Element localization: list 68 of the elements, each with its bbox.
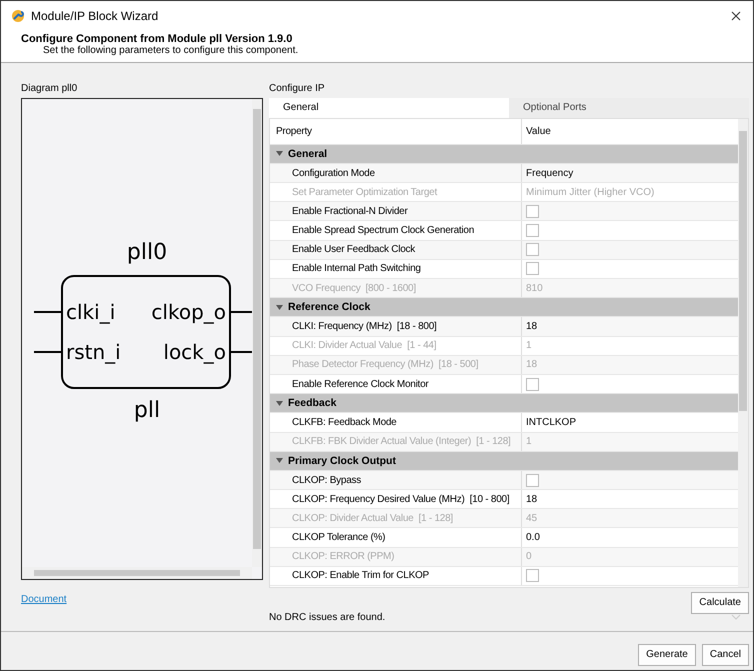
caret-icon[interactable]	[276, 458, 283, 464]
section-label: Configure IP	[269, 82, 326, 96]
caret-icon[interactable]	[276, 151, 283, 156]
property-name: CLKOP: Enable Trim for CLKOP	[270, 566, 522, 586]
caret-icon[interactable]	[276, 400, 283, 406]
property-name: CLKI: Frequency (MHz) [18 - 800]	[270, 317, 522, 336]
column-header: Property	[270, 118, 522, 144]
property-value[interactable]: INTCLKOP	[526, 416, 576, 428]
property-name: Enable User Feedback Clock	[270, 240, 522, 259]
scrollbar[interactable]	[252, 98, 262, 567]
checkbox[interactable]	[526, 262, 539, 276]
property-name: Configuration Mode	[270, 164, 522, 182]
checkbox[interactable]	[526, 204, 539, 218]
port-label: lock_o	[163, 340, 226, 364]
caret-icon[interactable]	[276, 304, 283, 310]
checkbox[interactable]	[526, 474, 539, 486]
property-name: CLKOP: Bypass	[270, 470, 522, 490]
property-value[interactable]: 0.0	[526, 532, 540, 544]
tab[interactable]: General	[269, 98, 509, 118]
port-label: rstn_i	[66, 340, 121, 364]
checkbox[interactable]	[526, 224, 539, 238]
property-value[interactable]: 18	[526, 321, 538, 332]
property-name: Enable Reference Clock Monitor	[270, 374, 522, 394]
column-header: Value	[525, 126, 552, 137]
port-label: clkop_o	[151, 300, 226, 324]
port-label: clki_i	[66, 300, 116, 324]
property-name: CLKFB: FBK Divider Actual Value (Integer) [1 - 128]	[270, 432, 522, 451]
group-label: General	[288, 148, 328, 160]
scrollbar[interactable]	[22, 566, 252, 579]
group-row[interactable]: Primary Clock Output	[270, 452, 738, 471]
property-name: Enable Fractional-N Divider	[270, 202, 522, 220]
tab[interactable]: Optional Ports	[509, 98, 749, 118]
property-name: Enable Internal Path Switching	[270, 260, 522, 278]
property-value[interactable]: Frequency	[526, 168, 574, 178]
window-title: Module/IP Block Wizard	[31, 8, 160, 23]
status-message: No DRC issues are found.	[269, 612, 386, 623]
property-name: CLKOP: ERROR (PPM)	[270, 548, 522, 566]
scrollbar[interactable]	[738, 118, 748, 587]
group-row[interactable]: Feedback	[270, 394, 738, 414]
header-title: Configure Component from Module pll Version 1.9.0	[21, 32, 294, 45]
header-subtitle: Set the following parameters to configure this component.	[43, 44, 300, 56]
property-name: CLKOP: Divider Actual Value [1 - 128]	[270, 509, 522, 528]
property-name: Set Parameter Optimization Target	[270, 183, 522, 202]
property-name: CLKOP: Frequency Desired Value (MHz) [10 - 800]	[270, 490, 522, 508]
dialog-button[interactable]: Generate	[638, 644, 696, 666]
property-name: Enable Spread Spectrum Clock Generation	[270, 221, 522, 240]
property-value[interactable]: 18	[526, 494, 538, 505]
property-name: CLKI: Divider Actual Value [1 - 44]	[270, 336, 522, 355]
property-name: VCO Frequency [800 - 1600]	[270, 279, 522, 298]
diagram-label: Diagram pll0	[21, 82, 78, 96]
calculate-button[interactable]: Calculate	[691, 592, 749, 614]
group-label: Feedback	[288, 397, 336, 410]
instance-name: pll0	[126, 240, 168, 265]
document-link[interactable]: Document	[21, 594, 67, 605]
close-icon[interactable]	[731, 10, 741, 21]
chevron-icon[interactable]	[731, 614, 741, 620]
dialog-button[interactable]: Cancel	[702, 644, 749, 666]
group-label: Reference Clock	[288, 301, 370, 314]
property-name: CLKOP Tolerance (%)	[270, 528, 522, 547]
property-name: Phase Detector Frequency (MHz) [18 - 500]	[270, 356, 522, 374]
checkbox[interactable]	[526, 243, 539, 256]
checkbox[interactable]	[526, 569, 539, 582]
group-row[interactable]: Reference Clock	[270, 298, 738, 318]
checkbox[interactable]	[526, 378, 539, 391]
group-row[interactable]: General	[270, 144, 738, 164]
property-name: CLKFB: Feedback Mode	[270, 413, 522, 432]
module-name: pll	[134, 398, 160, 423]
group-label: Primary Clock Output	[288, 454, 396, 467]
